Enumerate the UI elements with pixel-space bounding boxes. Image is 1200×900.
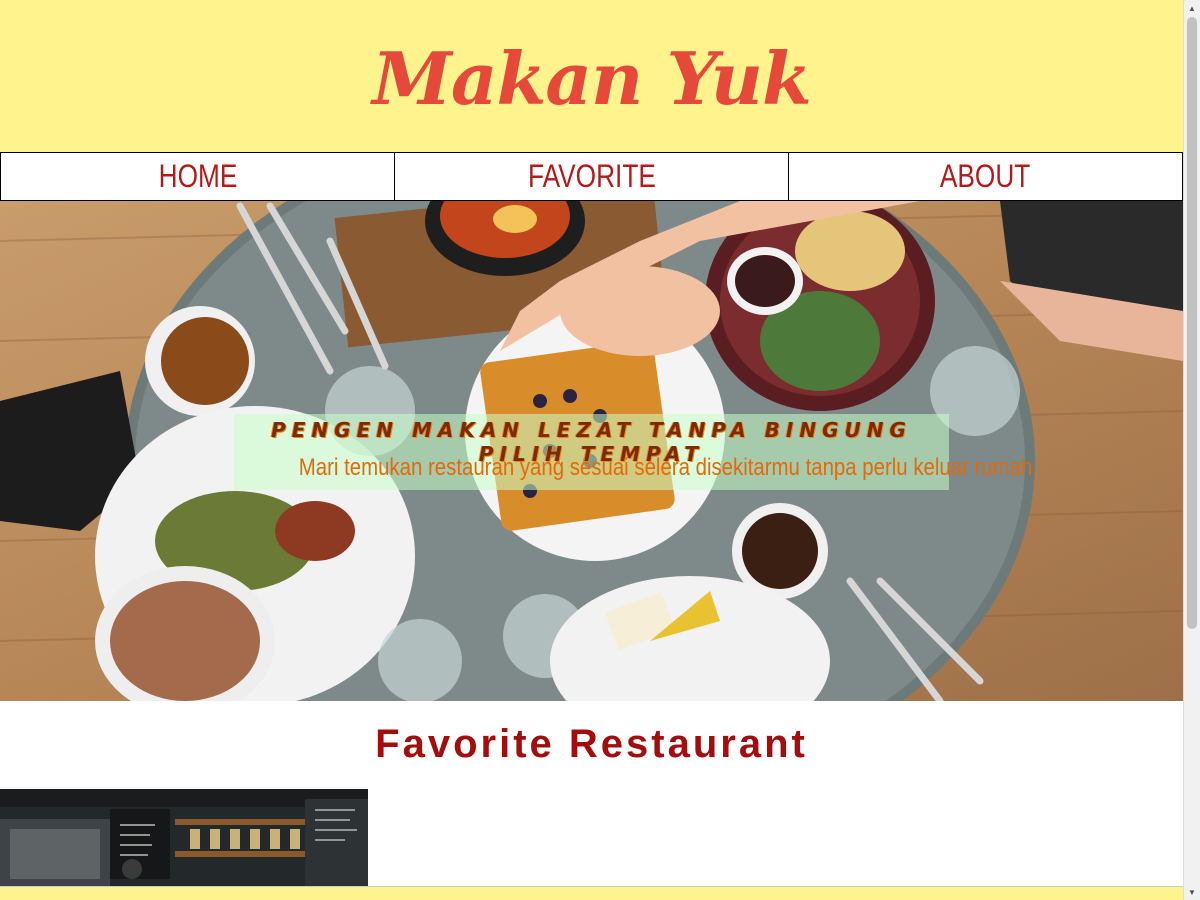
nav-about-label: ABOUT <box>940 158 1031 194</box>
footer-strip <box>0 886 1183 900</box>
scroll-down-arrow-icon[interactable]: ▼ <box>1184 884 1200 900</box>
hero-banner: PENGEN MAKAN LEZAT TANPA BINGUNG PILIH T… <box>0 201 1183 701</box>
hero-subtitle-text: Mari temukan restauran yang sesuai seler… <box>298 454 1033 481</box>
vertical-scrollbar[interactable]: ▲ ▼ <box>1183 0 1200 900</box>
hero-subtitle: Mari temukan restauran yang sesuai seler… <box>234 454 1033 482</box>
nav-favorite[interactable]: FAVORITE <box>394 152 788 201</box>
scrollbar-thumb[interactable] <box>1187 17 1197 629</box>
hero-caption-box: PENGEN MAKAN LEZAT TANPA BINGUNG PILIH T… <box>234 414 1033 490</box>
nav-home[interactable]: HOME <box>0 152 394 201</box>
favorite-section-title: Favorite Restaurant <box>375 722 808 766</box>
restaurant-card-image[interactable] <box>0 789 368 889</box>
scroll-up-arrow-icon[interactable]: ▲ <box>1184 0 1200 16</box>
restaurant-interior-photo <box>0 789 368 889</box>
main-nav: HOME FAVORITE ABOUT <box>0 152 1183 201</box>
page: Makan Yuk HOME FAVORITE ABOUT PENGEN MAK… <box>0 0 1183 900</box>
brand-title: Makan Yuk <box>372 35 812 121</box>
nav-favorite-label: FAVORITE <box>527 158 656 194</box>
nav-home-label: HOME <box>158 158 237 194</box>
nav-about[interactable]: ABOUT <box>788 152 1183 201</box>
header: Makan Yuk <box>0 0 1183 152</box>
